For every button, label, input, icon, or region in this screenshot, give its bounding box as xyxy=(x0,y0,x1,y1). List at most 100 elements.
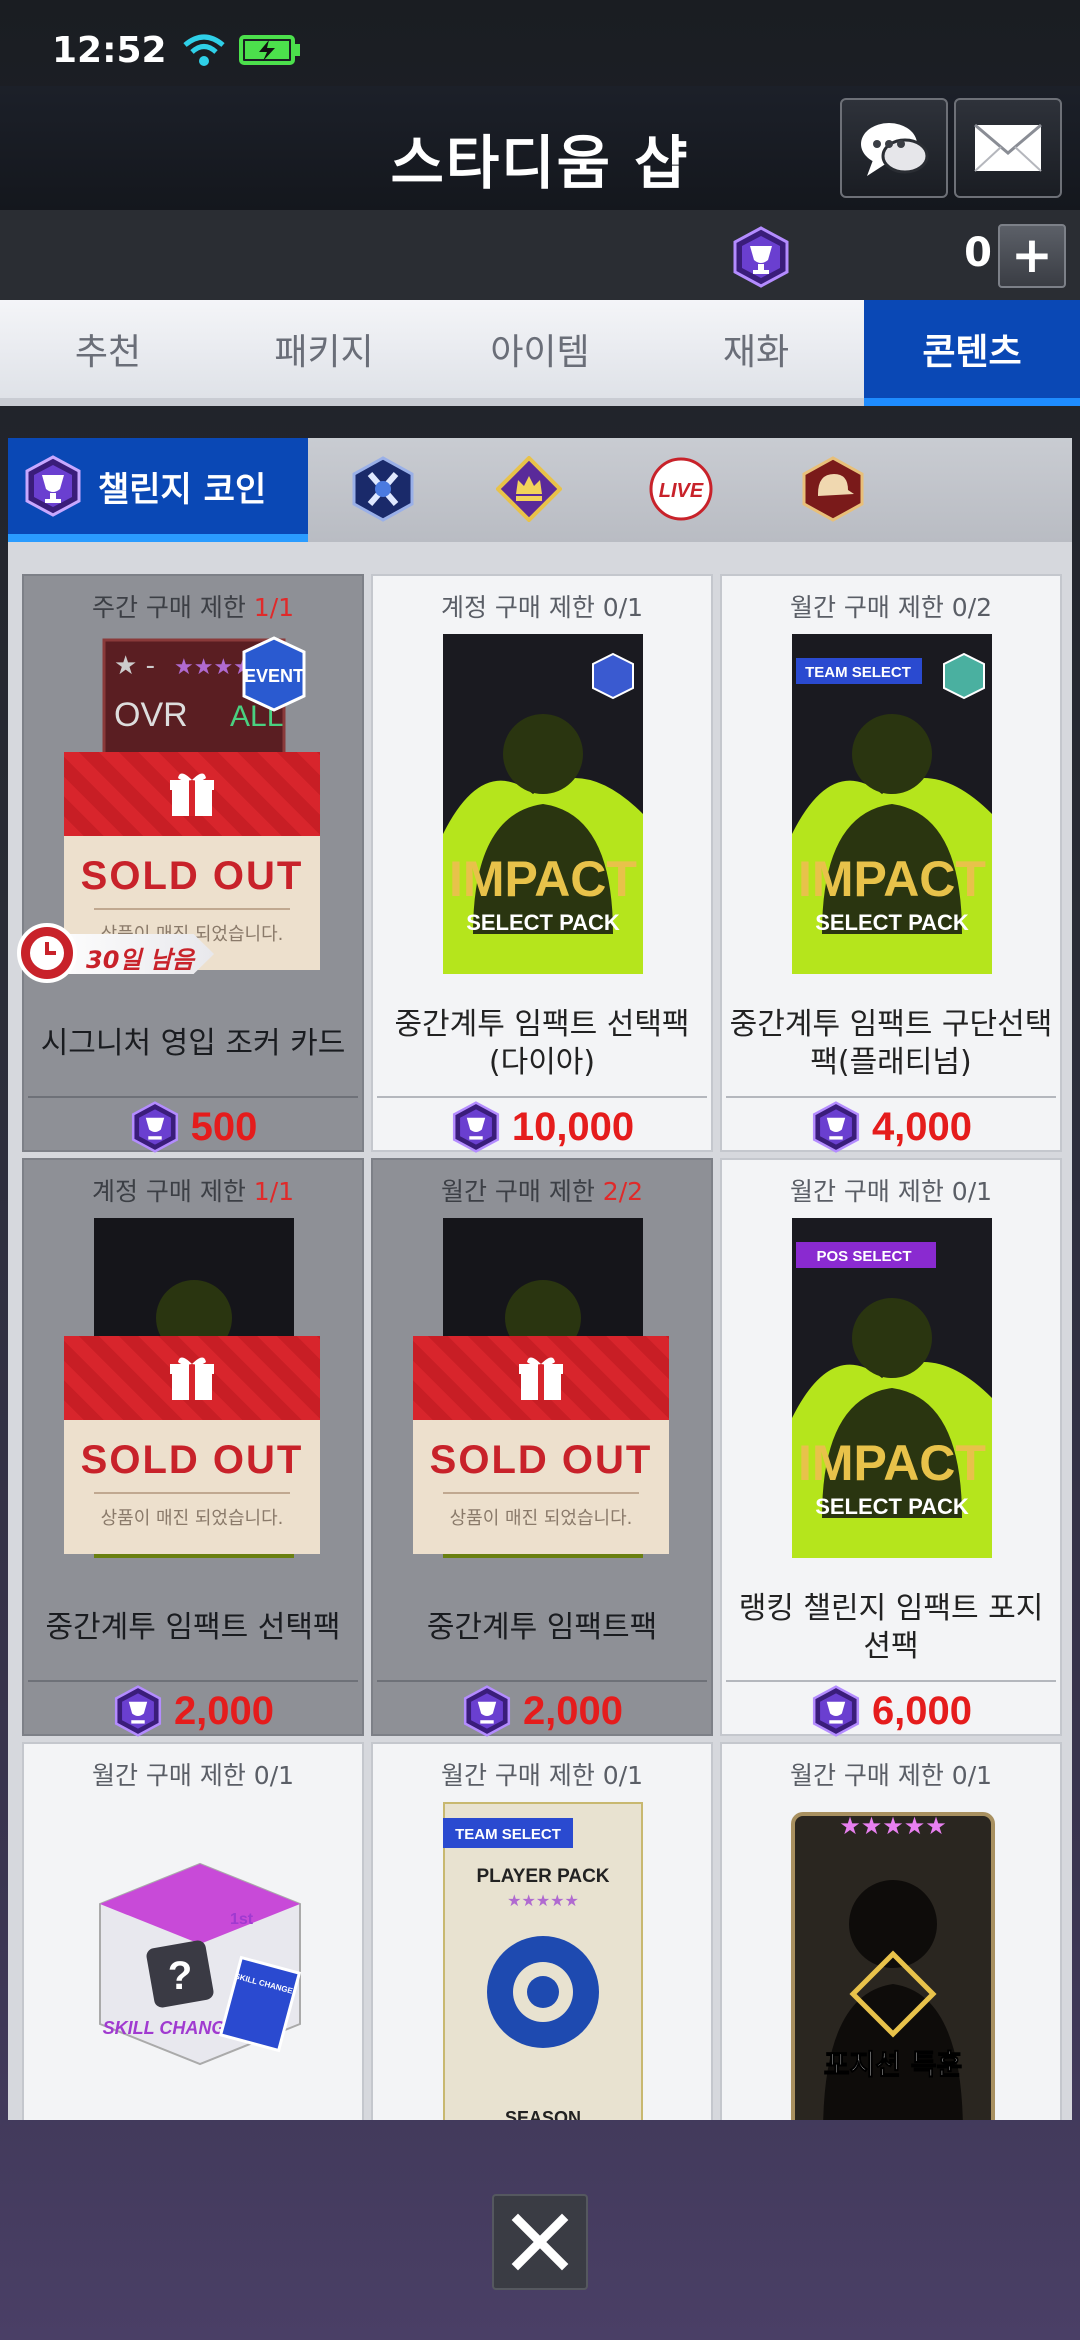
clock-icon xyxy=(17,923,77,983)
mail-button[interactable] xyxy=(954,98,1062,198)
challenge-coin-icon xyxy=(452,1101,499,1153)
status-time: 12:52 xyxy=(52,29,167,71)
impact-pack-image: TEAM SELECT IMPACT SELECT PACK xyxy=(792,634,992,974)
svg-text:TEAM SELECT: TEAM SELECT xyxy=(455,1826,561,1843)
sold-out-title: SOLD OUT xyxy=(80,1438,304,1482)
product-card[interactable]: 계정 구매 제한 1/1 SOLD OUT 상품이 매진 되었습니다. 중간계투… xyxy=(22,1158,364,1737)
price-value: 2,000 xyxy=(522,1688,624,1733)
player-pack-image: TEAM SELECT PLAYER PACK ★★★★★ SEASON xyxy=(443,1802,643,2120)
sold-out-overlay: SOLD OUT 상품이 매진 되었습니다. xyxy=(64,1336,320,1554)
product-card[interactable]: 계정 구매 제한 0/1 IMPACT SELECT PACK 중간계투 임팩트… xyxy=(371,574,713,1153)
product-name: 중간계투 임팩트 선택팩 xyxy=(45,1610,341,1645)
svg-text:★ -: ★ - xyxy=(114,651,155,681)
add-currency-button[interactable]: + xyxy=(998,224,1066,288)
impact-pack-image: IMPACT SELECT PACK xyxy=(443,634,643,974)
product-card[interactable]: 월간 구매 제한 2/2 SOLD OUT 상품이 매진 되었습니다. 중간계투… xyxy=(371,1158,713,1737)
envelope-icon xyxy=(974,123,1042,172)
purchase-limit: 월간 구매 제한 2/2 xyxy=(440,1177,644,1206)
shop-tabs: 추천 패키지 아이템 재화 콘텐츠 xyxy=(0,300,1080,406)
price[interactable]: 10,000 xyxy=(373,1101,711,1153)
svg-text:?: ? xyxy=(168,1954,192,1998)
svg-text:SELECT PACK: SELECT PACK xyxy=(466,910,620,935)
price-value: 2,000 xyxy=(173,1688,275,1733)
challenge-coin-icon xyxy=(131,1101,178,1153)
sold-out-subtitle: 상품이 매진 되었습니다. xyxy=(449,1508,633,1529)
subtab-challenge-coin[interactable]: 챌린지 코인 xyxy=(8,438,308,542)
skill-change-box-image: ? SKILL CHANGE 1st SKILL CHANGE xyxy=(99,1862,302,2066)
sold-out-overlay: SOLD OUT 상품이 매진 되었습니다. xyxy=(413,1336,669,1554)
time-remaining: 30일 남음 xyxy=(86,946,194,974)
status-bar: 12:52 xyxy=(0,0,1080,100)
svg-text:★★★★★: ★★★★★ xyxy=(839,1812,947,1840)
svg-text:★★★★★: ★★★★★ xyxy=(507,1891,579,1910)
price[interactable]: 4,000 xyxy=(722,1101,1060,1153)
svg-text:EVENT: EVENT xyxy=(244,666,304,686)
tab-currency[interactable]: 재화 xyxy=(648,300,864,398)
live-badge-icon[interactable]: LIVE xyxy=(648,456,714,522)
shield-emblem-icon[interactable] xyxy=(350,456,416,522)
gift-icon xyxy=(170,773,214,816)
price[interactable]: 2,000 xyxy=(373,1685,711,1737)
svg-text:SEASON: SEASON xyxy=(505,2108,581,2120)
challenge-coin-icon xyxy=(114,1685,162,1737)
battery-charging-icon xyxy=(238,35,300,65)
currency-bar: 0 + xyxy=(0,210,1080,300)
position-training-card-image: ★★★★★ 포지션 특훈 xyxy=(791,1812,995,2120)
purchase-limit: 월간 구매 제한 0/1 xyxy=(789,1177,993,1206)
svg-text:SELECT PACK: SELECT PACK xyxy=(815,910,969,935)
close-button[interactable] xyxy=(492,2194,588,2290)
purchase-limit: 주간 구매 제한 1/1 xyxy=(91,593,295,622)
challenge-coin-icon xyxy=(733,226,789,288)
product-card[interactable]: 주간 구매 제한 1/1 ★ - ★★★★★ OVR ALL EVENT SOL… xyxy=(17,574,364,1153)
sold-out-subtitle: 상품이 매진 되었습니다. xyxy=(100,1508,284,1529)
purchase-limit: 월간 구매 제한 0/1 xyxy=(440,1761,644,1790)
challenge-coin-icon xyxy=(812,1101,860,1153)
price-value: 6,000 xyxy=(871,1688,973,1733)
time-remaining-badge: 30일 남음 xyxy=(16,922,216,984)
currency-amount: 0 xyxy=(964,230,992,276)
svg-text:SKILL CHANGE: SKILL CHANGE xyxy=(103,2018,239,2038)
price[interactable]: 6,000 xyxy=(722,1685,1060,1737)
price-value: 10,000 xyxy=(511,1104,635,1149)
tab-package[interactable]: 패키지 xyxy=(216,300,432,398)
svg-text:SELECT PACK: SELECT PACK xyxy=(815,1494,969,1519)
sold-out-title: SOLD OUT xyxy=(80,854,304,898)
product-card[interactable]: 월간 구매 제한 0/1 TEAM SELECT PLAYER PACK ★★★… xyxy=(371,1742,713,2120)
gift-icon xyxy=(519,1357,563,1400)
product-card[interactable]: 월간 구매 제한 0/1 ? SKILL CHANGE 1st SKILL CH… xyxy=(22,1742,364,2120)
purchase-limit: 월간 구매 제한 0/1 xyxy=(789,1761,993,1790)
product-card[interactable]: 월간 구매 제한 0/1 POS SELECT IMPACT SELECT PA… xyxy=(720,1158,1062,1737)
tab-item[interactable]: 아이템 xyxy=(432,300,648,398)
price[interactable]: 2,000 xyxy=(24,1685,362,1737)
tab-contents[interactable]: 콘텐츠 xyxy=(864,300,1080,406)
sold-out-title: SOLD OUT xyxy=(429,1438,653,1482)
challenge-coin-icon xyxy=(463,1685,511,1737)
challenge-coin-icon xyxy=(812,1685,860,1737)
svg-text:IMPACT: IMPACT xyxy=(798,1435,986,1491)
purchase-limit: 월간 구매 제한 0/1 xyxy=(91,1761,295,1790)
price[interactable]: 500 xyxy=(24,1101,362,1153)
tab-recommended[interactable]: 추천 xyxy=(0,300,216,398)
product-name: 중간계투 임팩트 선택팩(다이아) xyxy=(394,1007,690,1080)
purchase-limit: 월간 구매 제한 0/2 xyxy=(789,593,993,622)
svg-text:1st: 1st xyxy=(230,1911,254,1928)
challenge-coin-icon xyxy=(25,455,81,517)
price-value: 500 xyxy=(190,1104,258,1149)
crown-emblem-icon[interactable] xyxy=(496,456,562,522)
wifi-icon xyxy=(182,34,225,66)
app-header: 스타디움 샵 xyxy=(0,86,1080,210)
product-name: 시그니처 영입 조커 카드 xyxy=(40,1026,346,1061)
helmet-emblem-icon[interactable] xyxy=(800,456,866,522)
svg-text:IMPACT: IMPACT xyxy=(798,851,986,907)
product-card[interactable]: 월간 구매 제한 0/2 TEAM SELECT IMPACT SELECT P… xyxy=(720,574,1062,1153)
impact-pack-image: POS SELECT IMPACT SELECT PACK xyxy=(792,1218,992,1558)
purchase-limit: 계정 구매 제한 1/1 xyxy=(91,1177,295,1206)
price-value: 4,000 xyxy=(871,1104,973,1149)
product-card[interactable]: 월간 구매 제한 0/1 ★★★★★ 포지션 특훈 xyxy=(720,1742,1062,2120)
svg-text:포지션 특훈: 포지션 특훈 xyxy=(824,2048,963,2081)
chat-button[interactable] xyxy=(840,98,948,198)
coin-subtabs: 챌린지 코인 LIVE xyxy=(8,438,1072,542)
product-name: 랭킹 챌린지 임팩트 포지션팩 xyxy=(738,1591,1044,1664)
product-name: 중간계투 임팩트 구단선택팩(플래티넘) xyxy=(729,1007,1053,1080)
svg-text:LIVE: LIVE xyxy=(659,480,704,502)
